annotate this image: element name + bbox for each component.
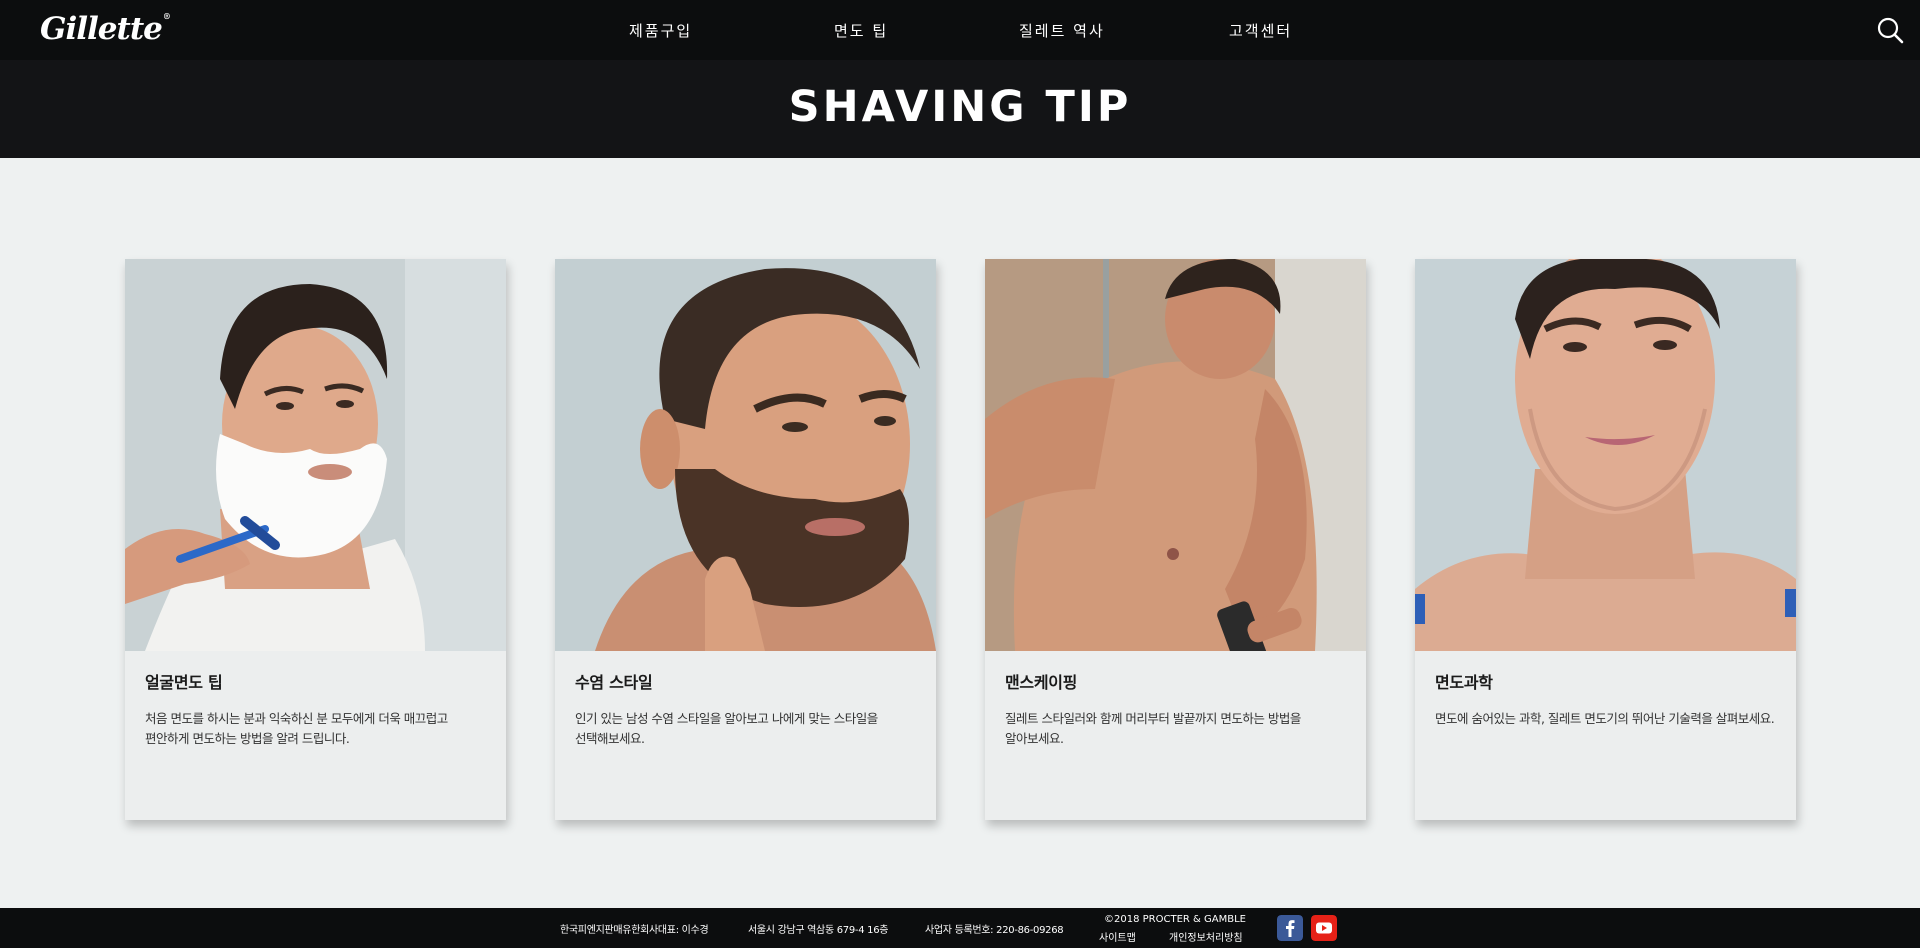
- card-shaving-science[interactable]: 면도과학 면도에 숨어있는 과학, 질레트 면도기의 뛰어난 기술력을 살펴보세…: [1415, 259, 1796, 820]
- card-title: 면도과학: [1435, 673, 1493, 692]
- card-beard-styles[interactable]: 수염 스타일 인기 있는 남성 수염 스타일을 알아보고 나에게 맞는 스타일을…: [555, 259, 936, 820]
- footer: 한국피엔지판매유한회사대표: 이수경 서울시 강남구 역삼동 679-4 16층…: [0, 908, 1920, 948]
- page-title: SHAVING TIP: [788, 82, 1132, 132]
- youtube-icon[interactable]: [1311, 915, 1337, 941]
- nav-item-gillette-history[interactable]: 질레트 역사: [1019, 20, 1105, 41]
- facebook-icon[interactable]: [1277, 915, 1303, 941]
- top-navigation-bar: Gillette® 제품구입 면도 팁 질레트 역사 고객센터: [0, 0, 1920, 60]
- footer-copyright: ©2018 PROCTER & GAMBLE: [1104, 914, 1246, 925]
- nav-item-shaving-tips[interactable]: 면도 팁: [834, 20, 888, 41]
- card-title: 수염 스타일: [575, 673, 653, 692]
- nav-item-buy-products[interactable]: 제품구입: [629, 20, 692, 41]
- manscaping-photo: [985, 259, 1366, 651]
- footer-privacy-link[interactable]: 개인정보처리방침: [1169, 929, 1243, 944]
- face-shaving-photo: [125, 259, 506, 651]
- beard-style-photo: [555, 259, 936, 651]
- card-manscaping[interactable]: 맨스케이핑 질레트 스타일러와 함께 머리부터 발끝까지 면도하는 방법을 알아…: [985, 259, 1366, 820]
- footer-address: 서울시 강남구 역삼동 679-4 16층: [748, 925, 889, 936]
- page-title-banner: SHAVING TIP: [0, 60, 1920, 158]
- card-face-shaving-tips[interactable]: 얼굴면도 팁 처음 면도를 하시는 분과 익숙하신 분 모두에게 더욱 매끄럽고…: [125, 259, 506, 820]
- gillette-logo[interactable]: Gillette®: [40, 11, 171, 47]
- card-description: 인기 있는 남성 수염 스타일을 알아보고 나에게 맞는 스타일을 선택해보세요…: [575, 711, 878, 746]
- footer-company-info: 한국피엔지판매유한회사대표: 이수경: [560, 925, 709, 936]
- nav-item-customer-center[interactable]: 고객센터: [1229, 20, 1292, 41]
- card-description: 처음 면도를 하시는 분과 익숙하신 분 모두에게 더욱 매끄럽고 편안하게 면…: [145, 711, 448, 746]
- card-description: 질레트 스타일러와 함께 머리부터 발끝까지 면도하는 방법을 알아보세요.: [1005, 711, 1301, 746]
- card-title: 얼굴면도 팁: [145, 673, 223, 692]
- shaving-science-photo: [1415, 259, 1796, 651]
- card-title: 맨스케이핑: [1005, 673, 1078, 692]
- footer-business-number: 사업자 등록번호: 220-86-09268: [925, 925, 1064, 936]
- card-description: 면도에 숨어있는 과학, 질레트 면도기의 뛰어난 기술력을 살펴보세요.: [1435, 711, 1775, 726]
- footer-sitemap-link[interactable]: 사이트맵: [1099, 929, 1136, 944]
- search-icon[interactable]: [1876, 16, 1904, 44]
